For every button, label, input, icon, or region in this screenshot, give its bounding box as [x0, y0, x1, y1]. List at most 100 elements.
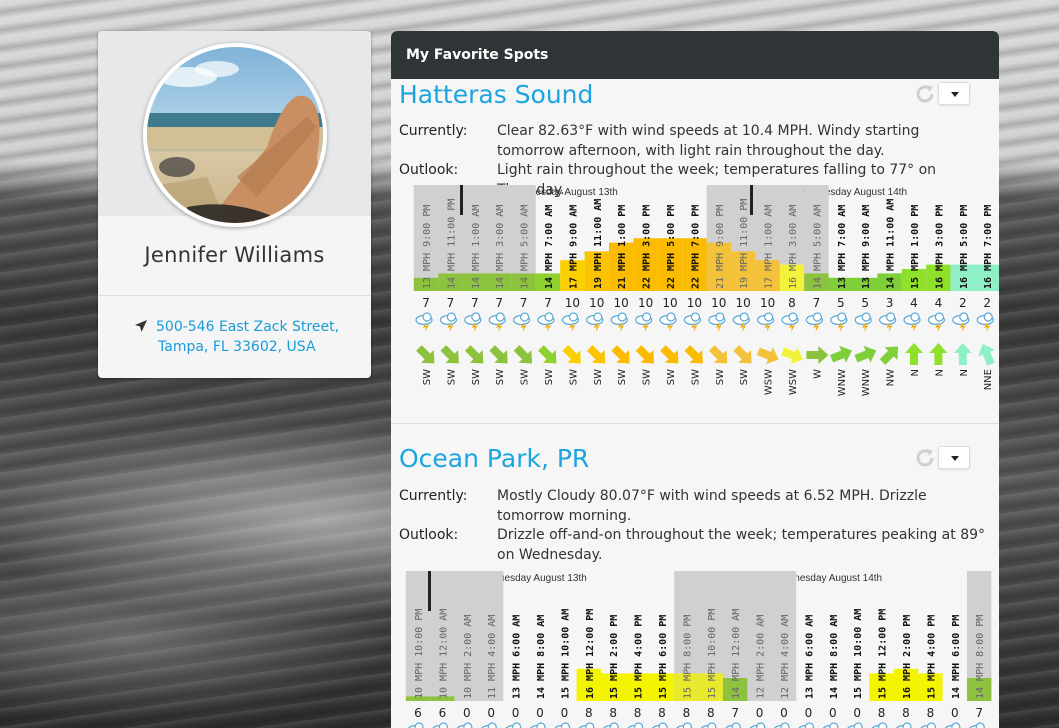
current-time-marker: [750, 185, 753, 215]
wind-hour-label: 15 MPH 1:00 PM: [910, 205, 921, 289]
wind-direction: NNE: [983, 369, 994, 390]
wind-hour-label: 14 MPH 3:00 AM: [495, 205, 506, 289]
wind-direction: SW: [422, 369, 433, 385]
thunderstorm-icon: [952, 312, 970, 332]
wind-hour-label: 21 MPH 1:00 PM: [617, 205, 628, 289]
wind-hour-label: 13 MPH 9:00 PM: [422, 205, 433, 289]
favorites-title: My Favorite Spots: [406, 47, 549, 63]
thunderstorm-icon: [464, 312, 482, 332]
spot-options-dropdown[interactable]: [938, 82, 970, 105]
wind-hour-label: 13 MPH 9:00 AM: [861, 205, 872, 289]
gust-value: 0: [536, 706, 544, 720]
wind-hour-label: 16 MPH 12:00 PM: [585, 609, 596, 699]
gust-value: 10: [760, 296, 775, 310]
thunderstorm-icon: [822, 722, 839, 728]
wind-hour-label: 10 MPH 12:00 AM: [438, 609, 449, 699]
wind-arrow-icon: [611, 345, 630, 364]
thunderstorm-icon: [554, 722, 571, 728]
wind-direction: SW: [666, 369, 677, 385]
thunderstorm-icon: [578, 722, 595, 728]
wind-arrow-icon: [733, 345, 752, 364]
chevron-down-icon: [951, 456, 959, 461]
thunderstorm-icon: [944, 722, 961, 728]
refresh-icon[interactable]: [914, 83, 936, 105]
wind-arrow-icon: [708, 345, 728, 364]
thunderstorm-icon: [830, 312, 848, 332]
avatar[interactable]: [143, 43, 327, 227]
day-label: Tuesday August 13th: [493, 573, 587, 584]
wind-hour-label: 14 MPH 8:00 PM: [975, 615, 986, 699]
favorites-header: My Favorite Spots: [391, 31, 999, 79]
wind-direction: SW: [617, 369, 628, 385]
favorites-panel: My Favorite Spots Hatteras Sound Current…: [391, 31, 999, 728]
gust-value: 8: [585, 706, 593, 720]
wind-arrow-icon: [929, 343, 948, 365]
thunderstorm-icon: [732, 312, 750, 332]
spot-divider: [391, 423, 999, 424]
wind-direction: SW: [446, 369, 457, 385]
gust-value: 10: [711, 296, 726, 310]
wind-arrow-icon: [416, 345, 435, 364]
wind-hour-label: 14 MPH 8:00 AM: [829, 615, 840, 699]
currently-label: Currently:: [399, 488, 468, 504]
wind-hour-label: 16 MPH 7:00 PM: [983, 205, 994, 289]
thunderstorm-icon: [513, 312, 531, 332]
address-line-2[interactable]: Tampa, FL 33602, USA: [158, 337, 354, 357]
gust-value: 7: [471, 296, 479, 310]
gust-value: 0: [512, 706, 520, 720]
gust-value: 0: [951, 706, 959, 720]
wind-arrow-icon: [781, 347, 804, 365]
thunderstorm-icon: [903, 312, 921, 332]
refresh-icon[interactable]: [914, 447, 936, 469]
wind-direction: WNW: [861, 369, 872, 396]
wind-hour-label: 14 MPH 1:00 AM: [471, 205, 482, 289]
gust-value: 8: [707, 706, 715, 720]
thunderstorm-icon: [708, 312, 726, 332]
wind-hour-label: 15 MPH 6:00 PM: [658, 615, 669, 699]
profile-card: Jennifer Williams 500-546 East Zack Stre…: [98, 31, 371, 378]
wind-arrow-icon: [513, 345, 533, 364]
wind-forecast-chart[interactable]: Tuesday August 13th Wednesday August 14th…: [391, 185, 999, 417]
thunderstorm-icon: [505, 722, 522, 728]
chevron-down-icon: [951, 92, 959, 97]
wind-hour-label: 15 MPH 4:00 PM: [926, 615, 937, 699]
address-line-1[interactable]: 500-546 East Zack Street,: [156, 317, 354, 337]
thunderstorm-icon: [652, 722, 668, 728]
gust-value: 7: [447, 296, 455, 310]
thunderstorm-icon: [610, 312, 628, 332]
wind-direction: SW: [568, 369, 579, 385]
currently-text: Mostly Cloudy 80.07°F with wind speeds a…: [497, 488, 927, 524]
gust-value: 7: [520, 296, 528, 310]
outlook-label: Outlook:: [399, 527, 459, 543]
wind-hour-label: 13 MPH 6:00 AM: [512, 615, 523, 699]
wind-hour-label: 17 MPH 1:00 AM: [764, 205, 775, 289]
wind-hour-label: 15 MPH 4:00 PM: [634, 615, 645, 699]
gust-value: 6: [414, 706, 422, 720]
thunderstorm-icon: [439, 312, 458, 332]
wind-hour-label: 22 MPH 3:00 PM: [642, 205, 653, 289]
gust-value: 7: [544, 296, 552, 310]
gust-value: 8: [658, 706, 666, 720]
spot-options-dropdown[interactable]: [938, 446, 970, 469]
wind-direction: WSW: [788, 369, 799, 395]
thunderstorm-icon: [627, 722, 644, 728]
wind-direction: SW: [471, 369, 482, 385]
wind-hour-label: 13 MPH 6:00 AM: [804, 615, 815, 699]
gust-value: 5: [837, 296, 845, 310]
address[interactable]: 500-546 East Zack Street, Tampa, FL 3360…: [134, 317, 354, 357]
wind-direction: SW: [715, 369, 726, 385]
current-time-marker: [428, 571, 431, 611]
gust-value: 0: [780, 706, 788, 720]
spot-name[interactable]: Hatteras Sound: [399, 80, 593, 109]
gust-value: 8: [878, 706, 886, 720]
spot-name[interactable]: Ocean Park, PR: [399, 444, 589, 473]
wind-arrow-icon: [635, 345, 655, 364]
thunderstorm-icon: [774, 722, 790, 728]
gust-value: 8: [788, 296, 796, 310]
wind-arrow-icon: [562, 345, 581, 364]
thunderstorm-icon: [854, 312, 872, 332]
thunderstorm-icon: [976, 312, 994, 332]
wind-forecast-chart[interactable]: Tuesday August 13th Wednesday August 14th…: [391, 571, 999, 728]
gust-value: 10: [614, 296, 629, 310]
wind-arrow-icon: [440, 345, 459, 364]
